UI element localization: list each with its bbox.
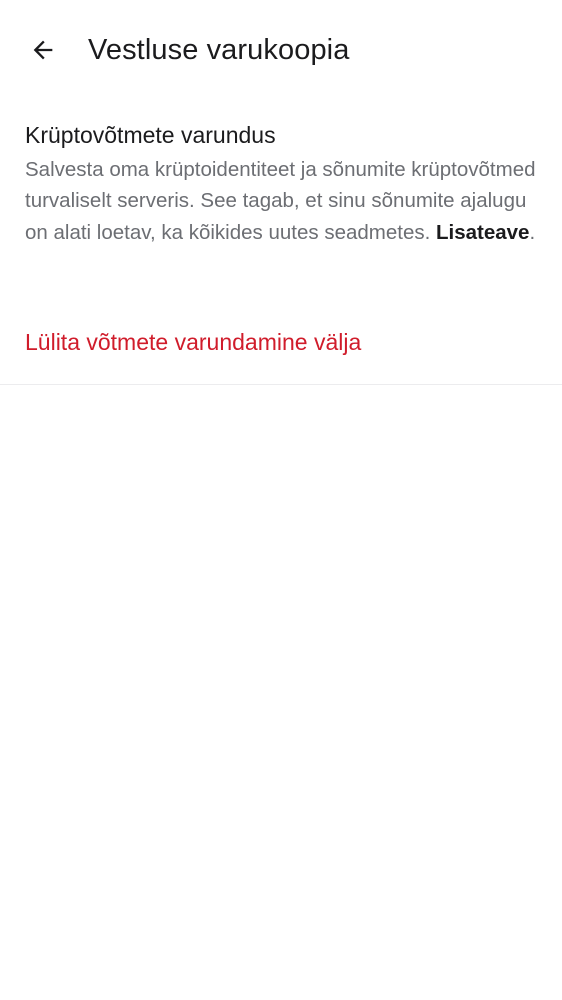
- learn-more-link[interactable]: Lisateave: [436, 221, 529, 244]
- disable-key-backup-label: Lülita võtmete varundamine välja: [25, 329, 362, 355]
- divider: [0, 384, 562, 385]
- page-title: Vestluse varukoopia: [88, 34, 350, 66]
- key-backup-title: Krüptovõtmete varundus: [25, 122, 276, 148]
- top-app-bar: Vestluse varukoopia: [0, 0, 562, 100]
- disable-key-backup-button[interactable]: Lülita võtmete varundamine välja: [0, 300, 562, 384]
- back-button[interactable]: [19, 26, 67, 74]
- key-backup-description: Salvesta oma krüptoidentiteet ja sõnumit…: [25, 154, 537, 248]
- key-backup-section: Krüptovõtmete varundus Salvesta oma krüp…: [25, 118, 537, 248]
- arrow-left-icon: [33, 40, 53, 60]
- learn-more-period: .: [529, 220, 536, 244]
